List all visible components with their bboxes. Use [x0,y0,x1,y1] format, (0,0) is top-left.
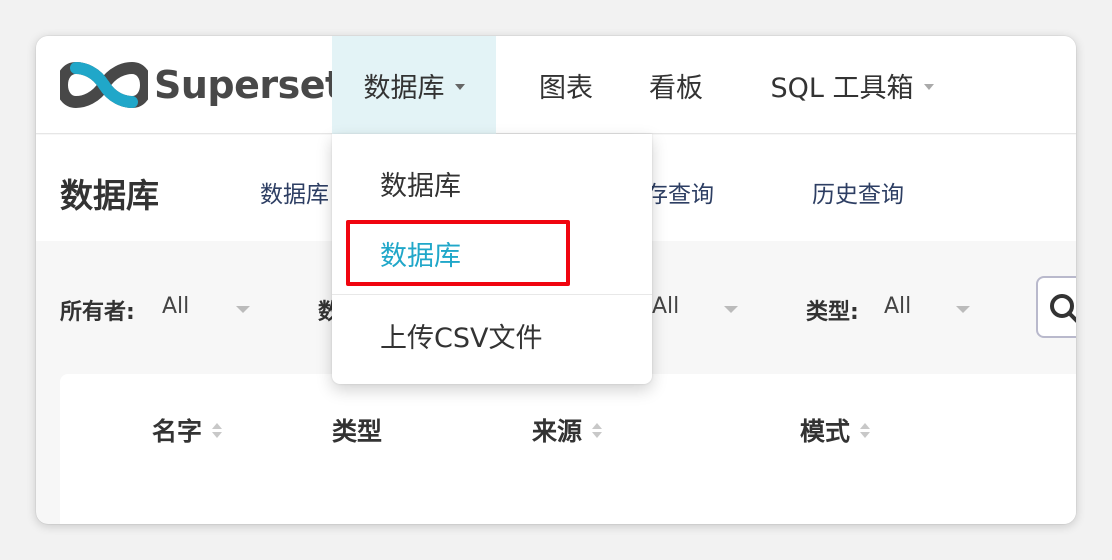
chevron-down-icon [454,83,465,90]
column-header-source[interactable]: 来源 [532,412,603,448]
chevron-down-icon[interactable] [724,306,738,313]
brand-name: Superset [154,63,343,107]
dropdown-item-databases[interactable]: 数据库 [380,164,461,203]
search-icon [1050,294,1076,323]
chevron-down-icon[interactable] [236,306,250,313]
dropdown-item-databases-highlighted[interactable]: 数据库 [380,234,461,273]
sort-icon[interactable] [860,422,871,438]
column-header-schema[interactable]: 模式 [800,412,871,448]
subnav-query-history[interactable]: 历史查询 [812,175,904,209]
nav-dashboards[interactable]: 看板 [626,36,726,134]
nav-sql-lab-menu[interactable]: SQL 工具箱 [752,36,952,134]
filter-type-label: 类型: [806,300,859,325]
brand-logo[interactable]: Superset [60,60,343,110]
databases-dropdown-menu: 数据库 数据库 上传CSV文件 [332,134,652,384]
nav-label: 图表 [539,72,593,104]
app-window: Superset 数据库 图表 看板 SQL 工具箱 数据库 数据库 保存查询 … [36,36,1076,524]
page-title: 数据库 [60,176,159,215]
filter-owner-select[interactable]: All [162,294,189,319]
nav-label: SQL 工具箱 [770,72,914,104]
top-navbar: Superset 数据库 图表 看板 SQL 工具箱 [36,36,1076,134]
filter-owner-label: 所有者: [60,300,135,325]
column-label: 来源 [532,417,583,446]
sort-icon[interactable] [212,422,223,438]
column-header-type: 类型 [332,412,382,448]
dropdown-divider [332,294,652,295]
search-button[interactable] [1036,276,1076,338]
dropdown-item-upload-csv[interactable]: 上传CSV文件 [380,316,542,355]
column-label: 类型 [332,417,383,446]
nav-databases-menu[interactable]: 数据库 [332,36,496,134]
chevron-down-icon [923,83,934,90]
nav-charts[interactable]: 图表 [516,36,616,134]
databases-table: 名字 类型 来源 模式 [60,374,1076,524]
superset-logo-icon [60,62,148,108]
filter-type-select[interactable]: All [884,294,911,319]
nav-label: 看板 [649,72,703,104]
column-label: 模式 [800,417,851,446]
column-header-name[interactable]: 名字 [152,412,223,448]
filter-database-select[interactable]: All [652,294,679,319]
column-label: 名字 [152,417,203,446]
sort-icon[interactable] [592,422,603,438]
subnav-databases[interactable]: 数据库 [260,175,329,209]
chevron-down-icon[interactable] [956,306,970,313]
nav-label: 数据库 [363,72,445,104]
